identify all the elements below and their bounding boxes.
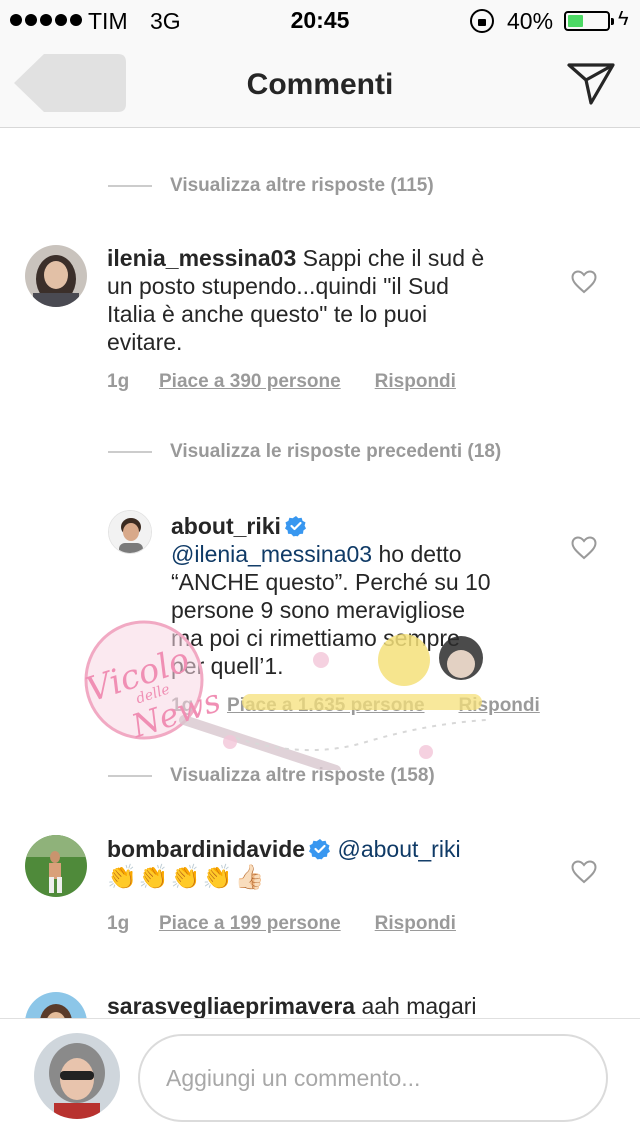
comment-body: ma poi ci rimettiamo sempre	[171, 625, 460, 651]
charging-icon: ϟ	[618, 8, 629, 30]
comment-age: 1g	[107, 371, 130, 392]
divider	[108, 775, 152, 777]
avatar[interactable]	[25, 992, 87, 1018]
comment-meta: 1g Piace a 390 persone Rispondi	[107, 371, 456, 393]
comment-body: ho detto	[372, 541, 462, 567]
comment-username[interactable]: ilenia_messina03	[107, 245, 296, 271]
rotation-lock-icon	[470, 9, 494, 33]
comment-body: “ANCHE questo”. Perché su 10	[171, 569, 491, 595]
comment-text: sarasvegliaeprimavera aah magari	[107, 992, 607, 1018]
like-heart-icon[interactable]	[571, 860, 597, 884]
thumbs-up-emoji: 👍🏻	[234, 864, 265, 891]
avatar[interactable]	[25, 245, 87, 307]
view-previous-replies-button[interactable]: Visualizza le risposte precedenti (18)	[108, 437, 501, 467]
comment-text: bombardinidavide @about_riki 👏👏👏👏👍🏻	[107, 835, 547, 892]
like-heart-icon[interactable]	[571, 536, 597, 560]
comments-list[interactable]: Visualizza altre risposte (115) ilenia_m…	[0, 128, 640, 1018]
likes-count-link[interactable]: Piace a 390 persone	[159, 371, 341, 393]
reply-text: about_riki @ilenia_messina03 ho detto “A…	[171, 512, 531, 680]
likes-count-link[interactable]: Piace a 199 persone	[159, 913, 341, 935]
avatar[interactable]	[108, 510, 152, 554]
view-previous-replies-label: Visualizza le risposte precedenti (18)	[170, 441, 502, 462]
view-more-replies-label: Visualizza altre risposte (158)	[170, 765, 435, 786]
clapping-hands-emoji: 👏	[202, 864, 233, 891]
comment-body: aah magari	[355, 993, 477, 1018]
current-user-avatar	[34, 1033, 120, 1119]
mention-link[interactable]: @about_riki	[337, 836, 460, 862]
status-bar: TIM 3G 20:45 40% ϟ	[0, 0, 640, 40]
reply-button[interactable]: Rispondi	[375, 371, 456, 393]
comment-body: un posto stupendo...quindi "il Sud	[107, 273, 449, 299]
reply-meta: 1g Piace a 1.635 persone Rispondi	[171, 695, 540, 717]
add-comment-input[interactable]	[138, 1034, 608, 1122]
avatar[interactable]	[25, 835, 87, 897]
view-more-replies-label: Visualizza altre risposte (115)	[170, 175, 434, 196]
likes-count-link[interactable]: Piace a 1.635 persone	[227, 695, 425, 717]
comment-age: 1g	[171, 695, 194, 716]
clapping-hands-emoji: 👏	[107, 864, 137, 891]
comment-meta: 1g Piace a 199 persone Rispondi	[107, 913, 456, 935]
comment-username[interactable]: about_riki	[171, 513, 281, 539]
paper-plane-icon	[567, 63, 615, 105]
divider	[108, 451, 152, 453]
share-button[interactable]	[566, 60, 616, 106]
battery-percentage: 40%	[507, 8, 554, 34]
watermark-text: delle	[134, 681, 172, 707]
clapping-hands-emoji: 👏	[170, 864, 201, 891]
reply-button[interactable]: Rispondi	[375, 913, 456, 935]
reply-button[interactable]: Rispondi	[459, 695, 540, 717]
verified-badge-icon	[309, 839, 331, 860]
navigation-bar: Commenti	[0, 40, 640, 128]
comment-body: evitare.	[107, 329, 183, 355]
comment-age: 1g	[107, 913, 130, 934]
comment-body: Sappi che il sud è	[296, 245, 485, 271]
comment-body: per quell’1.	[171, 653, 284, 679]
comment-username[interactable]: bombardinidavide	[107, 836, 305, 862]
comment-body: Italia è anche questo" te lo puoi	[107, 301, 428, 327]
comment-body: persone 9 sono meravigliose	[171, 597, 466, 623]
comment-username[interactable]: sarasvegliaeprimavera	[107, 993, 355, 1018]
page-title: Commenti	[246, 68, 394, 101]
like-heart-icon[interactable]	[571, 270, 597, 294]
comment-composer	[0, 1018, 640, 1136]
view-more-replies-button[interactable]: Visualizza altre risposte (115)	[108, 171, 434, 201]
comment-text: ilenia_messina03 Sappi che il sud è un p…	[107, 244, 547, 356]
verified-badge-icon	[284, 516, 306, 537]
view-more-replies-button[interactable]: Visualizza altre risposte (158)	[108, 761, 435, 791]
divider	[108, 185, 152, 187]
mention-link[interactable]: @ilenia_messina03	[171, 541, 372, 567]
battery-fill	[568, 15, 584, 27]
clapping-hands-emoji: 👏	[138, 864, 169, 891]
battery-icon	[564, 11, 614, 31]
